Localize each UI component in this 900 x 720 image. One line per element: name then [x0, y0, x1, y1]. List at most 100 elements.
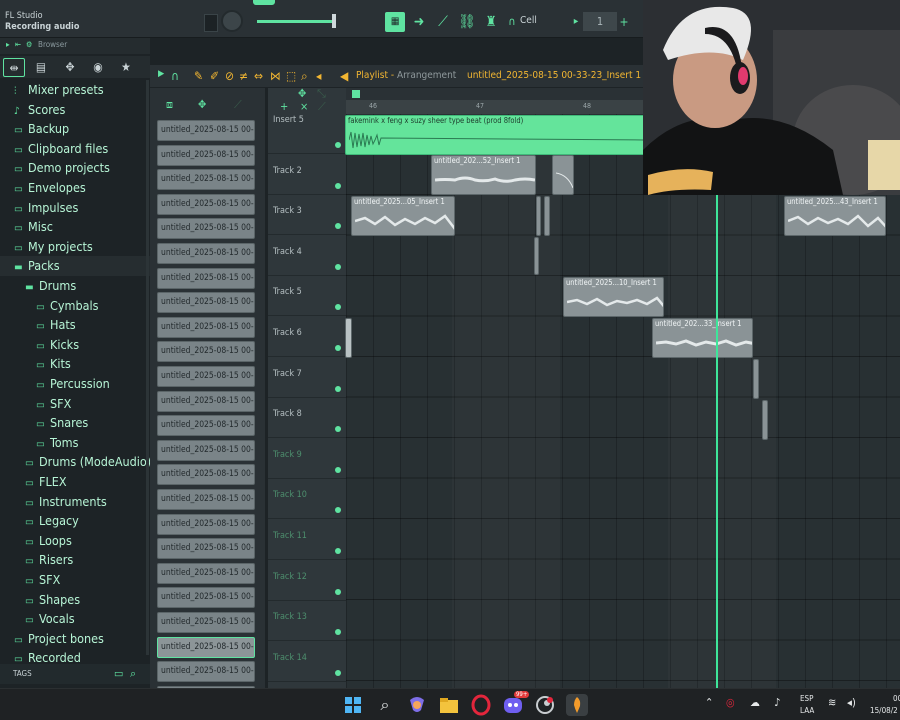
track-header[interactable]: Track 3 [268, 195, 346, 236]
close-track-icon[interactable]: × [300, 100, 308, 113]
browser-item[interactable]: ♪ Scores [0, 100, 150, 120]
browser-item[interactable]: ▭ Cymbals [0, 296, 150, 316]
clock-time[interactable]: 00 [893, 694, 900, 703]
copilot-icon[interactable] [406, 694, 428, 716]
browser-item[interactable]: ▭ Envelopes [0, 178, 150, 198]
microphone-icon[interactable]: ♪ [774, 696, 780, 709]
browser-item[interactable]: ▭ My projects [0, 237, 150, 257]
browser-item[interactable]: ▭ Misc [0, 217, 150, 237]
pattern-clip-item[interactable]: untitled_2025-08-15 00-... [157, 120, 255, 141]
clip-list-icon[interactable]: ⧈ [166, 98, 173, 112]
pattern-clip-item[interactable]: untitled_2025-08-15 00-... [157, 415, 255, 437]
track-name[interactable]: Track 6 [273, 328, 302, 338]
browser-item[interactable]: ▭ SFX [0, 570, 150, 590]
opera-icon[interactable] [470, 694, 492, 716]
audio-clip[interactable]: untitled_202...52_Insert 1 [431, 155, 536, 195]
track-mute-led[interactable] [335, 466, 341, 473]
speaker-icon[interactable]: ◂ [316, 69, 321, 83]
browser-scrollbar[interactable] [146, 80, 149, 655]
magnet-icon[interactable]: ∩ [502, 12, 522, 32]
track-name[interactable]: Track 8 [273, 409, 302, 419]
browser-item[interactable]: ▭ Risers [0, 550, 150, 570]
tab-globe-icon[interactable]: ◉ [87, 58, 109, 77]
audio-clip[interactable]: untitled_2025...43_Insert 1 [784, 196, 886, 236]
tray-chevron-icon[interactable]: ⌃ [705, 696, 713, 709]
pin-icon[interactable]: ⇤ [15, 40, 21, 49]
audio-clip[interactable] [534, 237, 539, 275]
slice-icon[interactable]: ⟋ [433, 12, 453, 32]
pattern-clip-item[interactable]: untitled_2025-08-15 00-... [157, 267, 255, 289]
volume-icon[interactable]: ◂) [847, 696, 856, 709]
browser-item[interactable]: ⫶ Mixer presets [0, 80, 150, 100]
master-pitch-slider[interactable] [257, 20, 335, 23]
browser-item[interactable]: ▭ Backup [0, 119, 150, 139]
audio-clip[interactable]: untitled_2025...10_Insert 1 [563, 277, 664, 317]
browser-item[interactable]: ▭ Kits [0, 354, 150, 374]
keyboard-layout[interactable]: LAA [800, 706, 814, 715]
track-mute-led[interactable] [335, 182, 341, 189]
select-icon[interactable]: ⬚ [286, 69, 296, 83]
discord-icon[interactable]: 99+ [502, 691, 530, 716]
track-name[interactable]: Insert 5 [273, 115, 304, 125]
browser-item[interactable]: ▭ Loops [0, 531, 150, 551]
browser-item[interactable]: ▭ Kicks [0, 335, 150, 355]
audio-clip[interactable] [345, 318, 352, 358]
pattern-clip-item[interactable]: untitled_2025-08-15 00-... [157, 538, 255, 560]
pattern-clip-item[interactable]: untitled_2025-08-15 00-... [157, 562, 255, 584]
track-name[interactable]: Track 10 [273, 490, 307, 500]
browser-item[interactable]: ▭ Clipboard files [0, 139, 150, 159]
link-track-icon[interactable]: ⟋ [318, 100, 326, 114]
audio-clip[interactable] [753, 359, 759, 399]
track-header[interactable]: Track 4 [268, 236, 346, 276]
timeline-marker[interactable] [352, 90, 360, 98]
track-name[interactable]: Track 11 [273, 531, 307, 541]
audio-clip[interactable] [544, 196, 550, 236]
tab-files-icon[interactable]: ▤ [30, 58, 52, 77]
track-mute-led[interactable] [335, 588, 341, 595]
track-header[interactable]: Track 13 [268, 601, 346, 642]
track-header[interactable]: Track 14 [268, 642, 346, 682]
browser-item[interactable]: ▭ Legacy [0, 511, 150, 531]
track-mute-led[interactable] [335, 304, 341, 311]
browser-item[interactable]: ▭ Instruments [0, 492, 150, 512]
track-mute-led[interactable] [335, 223, 341, 230]
browser-item[interactable]: ▬ Drums [0, 276, 150, 296]
pattern-clip-item[interactable]: untitled_2025-08-15 00-... [157, 341, 255, 363]
mute-icon[interactable]: ≠ [239, 69, 248, 83]
browser-item[interactable]: ▭ Project bones [0, 629, 150, 649]
windows-start-icon[interactable] [342, 694, 364, 716]
track-mute-led[interactable] [335, 669, 341, 676]
browser-item[interactable]: ▭ Impulses [0, 198, 150, 218]
track-header[interactable]: Track 6 [268, 317, 346, 357]
pattern-clip-item[interactable]: untitled_2025-08-15 00-... [157, 464, 255, 486]
folder-icon[interactable]: ▭ [114, 667, 123, 680]
timeline-overview[interactable] [346, 88, 646, 100]
arrow-right-icon[interactable]: ➜ [409, 12, 429, 32]
track-mute-led[interactable] [335, 507, 341, 514]
slice-icon[interactable]: ⋈ [270, 69, 281, 83]
wifi-icon[interactable]: ≋ [828, 696, 836, 709]
pencil-icon[interactable]: ✎ [194, 69, 203, 83]
pattern-clip-item[interactable]: untitled_2025-08-15 00-... [157, 661, 255, 683]
track-name[interactable]: Track 7 [273, 369, 302, 379]
audio-clip[interactable]: untitled_202...33_Insert 1 [652, 318, 753, 358]
track-name[interactable]: Track 5 [273, 287, 302, 297]
keyboard-icon[interactable]: ▦ [385, 12, 405, 32]
browser-item[interactable]: ▭ Recorded [0, 648, 150, 663]
pattern-clip-item[interactable]: untitled_2025-08-15 00-... [157, 316, 255, 338]
brush-icon[interactable]: ✐ [210, 69, 219, 83]
audio-clip-beat[interactable]: fakemink x feng x suzy sheer type beat (… [345, 115, 645, 155]
clip-link-icon[interactable]: ⟋ [234, 98, 242, 112]
track-mute-led[interactable] [335, 142, 341, 148]
pattern-clip-item[interactable]: untitled_2025-08-15 00-... [157, 489, 255, 510]
pattern-clip-item[interactable]: untitled_2025-08-15 00-... [157, 513, 255, 535]
track-header[interactable]: Insert 5 [268, 114, 346, 154]
browser-item[interactable]: ▭ Hats [0, 315, 150, 335]
track-name[interactable]: Track 12 [273, 572, 307, 582]
pattern-selector[interactable]: 1 [583, 12, 617, 31]
audio-clip[interactable] [536, 196, 541, 236]
pattern-clip-item[interactable]: untitled_2025-08-15 00-... [157, 144, 255, 166]
pattern-clip-item[interactable]: untitled_2025-08-15 00-... [157, 169, 255, 191]
track-mute-led[interactable] [335, 345, 341, 351]
search-icon[interactable]: ⌕ [130, 667, 136, 681]
